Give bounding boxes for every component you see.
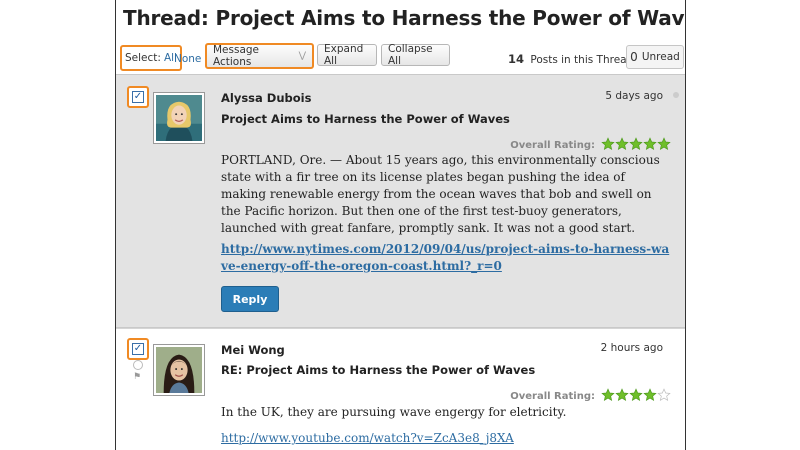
toolbar: Select: All None Message Actions ⋁ Expan… [116,42,685,72]
star-filled-icon[interactable] [657,137,671,151]
unread-label: Unread [641,51,680,63]
star-filled-icon[interactable] [601,137,615,151]
post-subject[interactable]: Project Aims to Harness the Power of Wav… [221,112,510,126]
post-2-checkbox[interactable]: ✓ [127,338,149,360]
post-author[interactable]: Mei Wong [221,343,285,357]
rating-label: Overall Rating: [510,391,595,402]
reply-button[interactable]: Reply [221,286,279,312]
star-filled-icon[interactable] [601,388,615,402]
post-time: 2 hours ago [600,342,663,354]
star-filled-icon[interactable] [629,388,643,402]
collapse-all-label: Collapse All [388,43,433,67]
star-filled-icon[interactable] [615,388,629,402]
avatar-photo [156,347,202,393]
post-1-checkbox[interactable]: ✓ [127,86,149,108]
rating-stars[interactable] [601,388,671,405]
avatar [153,344,205,396]
post-time: 5 days ago [605,90,663,102]
post-subject[interactable]: RE: Project Aims to Harness the Power of… [221,363,535,377]
mark-read-icon[interactable] [133,360,143,370]
post-body: In the UK, they are pursuing wave engerg… [221,405,567,419]
message-actions-button[interactable]: Message Actions ⋁ [205,43,314,69]
select-none-link[interactable]: None [174,53,201,65]
flag-icon[interactable]: ⚑ [133,372,141,382]
post-body: PORTLAND, Ore. — About 15 years ago, thi… [221,153,660,235]
checkmark-icon: ✓ [132,91,144,103]
post-link[interactable]: http://www.nytimes.com/2012/09/04/us/pro… [221,241,671,275]
rating-label: Overall Rating: [510,140,595,151]
select-label: Select: [125,52,161,64]
post-link[interactable]: http://www.youtube.com/watch?v=ZcA3e8_j8… [221,430,671,447]
overall-rating: Overall Rating: [510,388,671,405]
star-filled-icon[interactable] [615,137,629,151]
star-empty-icon[interactable] [657,388,671,402]
collapse-all-button[interactable]: Collapse All [381,43,450,67]
expand-all-label: Expand All [324,43,364,67]
expand-all-button[interactable]: Expand All [317,43,377,67]
chevron-down-icon: ⋁ [298,51,306,61]
post-indicator [673,92,679,98]
avatar [153,92,205,144]
post-2: ✓ ⚑ Mei Wong 2 hours ago RE: Project Aim… [116,328,685,450]
star-filled-icon[interactable] [643,137,657,151]
unread-filter-button[interactable]: 0 Unread [626,45,684,69]
star-filled-icon[interactable] [629,137,643,151]
posts-count-number: 14 [508,52,525,66]
star-filled-icon[interactable] [643,388,657,402]
checkmark-icon: ✓ [132,343,144,355]
unread-count: 0 [630,50,638,64]
avatar-photo [156,95,202,141]
thread-panel: Thread: Project Aims to Harness the Powe… [115,0,686,450]
message-actions-label: Message Actions [213,44,260,68]
post-author[interactable]: Alyssa Dubois [221,91,311,105]
post-1: ✓ Alyssa Dubois 5 days ago Project Aims … [116,74,685,328]
posts-count: 14 Posts in this Thread [508,52,633,66]
posts-count-label: Posts in this Thread [530,54,634,66]
select-control: Select: All [120,45,182,71]
page-title: Thread: Project Aims to Harness the Powe… [123,6,686,30]
